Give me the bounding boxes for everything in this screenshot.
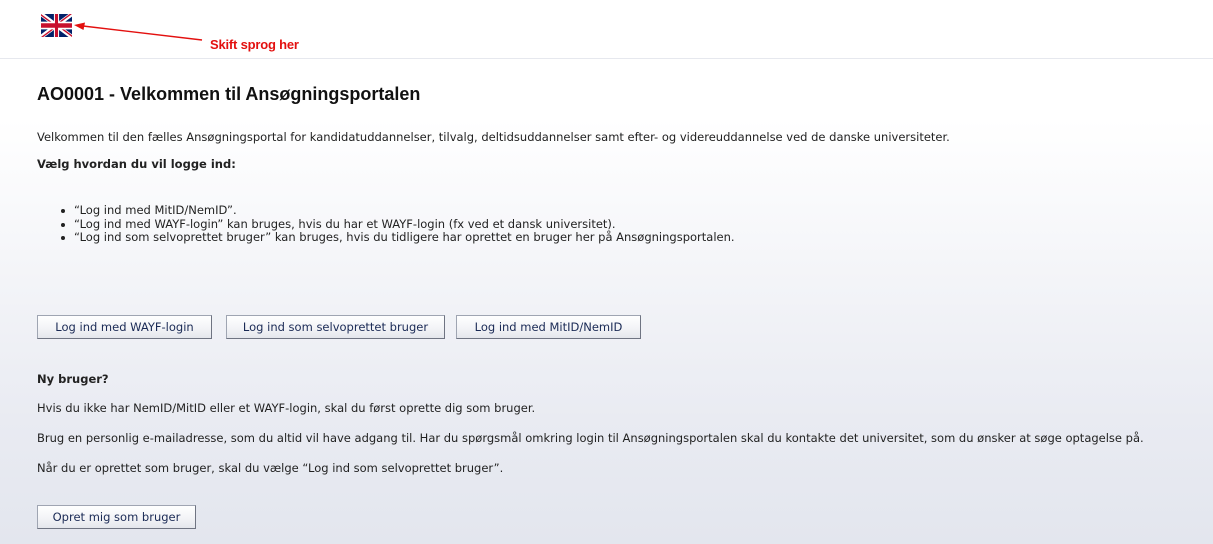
language-annotation: Skift sprog her	[210, 37, 299, 52]
new-user-text-2: Brug en personlig e-mailadresse, som du …	[37, 431, 1144, 445]
new-user-heading: Ny bruger?	[37, 372, 109, 386]
intro-text: Velkommen til den fælles Ansøgningsporta…	[37, 130, 950, 144]
top-bar: Skift sprog her	[0, 0, 1213, 58]
list-item: “Log ind som selvoprettet bruger” kan br…	[60, 231, 735, 245]
wayf-login-button[interactable]: Log ind med WAYF-login	[37, 315, 212, 339]
list-item: “Log ind med MitID/NemID”.	[60, 203, 735, 218]
login-options-list: “Log ind med MitID/NemID”. “Log ind med …	[60, 203, 735, 245]
create-user-button[interactable]: Opret mig som bruger	[37, 505, 196, 529]
choose-login-heading: Vælg hvordan du vil logge ind:	[37, 157, 236, 171]
mitid-login-button[interactable]: Log ind med MitID/NemID	[456, 315, 641, 339]
main-content: AO0001 - Velkommen til Ansøgningsportale…	[0, 58, 1213, 544]
uk-flag-icon[interactable]	[41, 14, 72, 37]
new-user-text-3: Når du er oprettet som bruger, skal du v…	[37, 461, 504, 475]
page-title: AO0001 - Velkommen til Ansøgningsportale…	[37, 84, 421, 104]
new-user-text-1: Hvis du ikke har NemID/MitID eller et WA…	[37, 401, 536, 415]
list-item: “Log ind med WAYF-login” kan bruges, hvi…	[60, 217, 735, 232]
self-created-login-button[interactable]: Log ind som selvoprettet bruger	[226, 315, 445, 339]
annotation-arrow-icon	[74, 22, 203, 41]
